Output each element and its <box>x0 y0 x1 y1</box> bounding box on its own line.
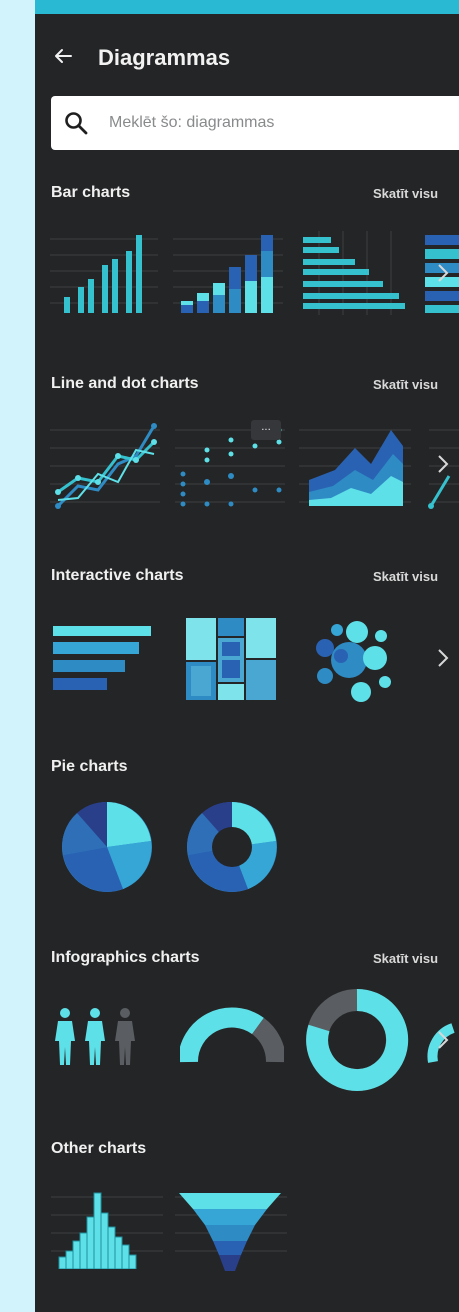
next-arrow-button[interactable] <box>429 231 459 315</box>
bubble-chart-thumbnail[interactable] <box>311 618 401 708</box>
gauge-chart-thumbnail[interactable] <box>180 1006 284 1066</box>
histogram-chart-thumbnail[interactable] <box>51 1187 163 1269</box>
section-title: Bar charts <box>51 184 131 201</box>
section-title: Pie charts <box>51 758 128 775</box>
thumbnail-menu-button[interactable]: ··· <box>261 425 271 436</box>
progress-ring-chart-thumbnail[interactable] <box>305 988 409 1092</box>
funnel-chart-thumbnail[interactable] <box>175 1187 287 1273</box>
line-chart-thumbnail[interactable] <box>50 420 160 512</box>
bar-chart-thumbnail[interactable] <box>50 231 158 315</box>
interactive-bar-chart-thumbnail[interactable] <box>53 622 153 698</box>
see-all-link[interactable]: Skatīt visu <box>373 950 438 968</box>
panel-header: Diagrammas <box>35 36 459 82</box>
treemap-chart-thumbnail[interactable] <box>186 618 278 702</box>
next-arrow-button[interactable] <box>429 998 459 1082</box>
section-title: Interactive charts <box>51 567 184 584</box>
chevron-right-icon <box>438 264 449 282</box>
chevron-right-icon <box>438 1031 449 1049</box>
next-arrow-button[interactable] <box>429 616 459 716</box>
search-input[interactable] <box>109 108 449 138</box>
next-arrow-button[interactable] <box>429 422 459 506</box>
see-all-link[interactable]: Skatīt visu <box>373 568 438 586</box>
pictogram-chart-thumbnail[interactable] <box>55 1006 153 1066</box>
chevron-right-icon <box>438 455 449 473</box>
horizontal-bar-chart-thumbnail[interactable] <box>299 231 411 315</box>
pie-chart-thumbnail[interactable] <box>61 801 153 893</box>
charts-panel: Diagrammas Bar charts Skatīt visu <box>35 0 459 1312</box>
stacked-bar-chart-thumbnail[interactable] <box>173 231 283 315</box>
panel-top-accent <box>35 0 459 14</box>
see-all-link[interactable]: Skatīt visu <box>373 185 438 203</box>
search-icon <box>65 112 88 135</box>
section-title: Other charts <box>51 1140 147 1157</box>
section-title: Infographics charts <box>51 949 200 966</box>
back-arrow-icon[interactable] <box>51 44 75 68</box>
dot-plot-thumbnail[interactable]: ··· <box>175 420 285 512</box>
page-title: Diagrammas <box>98 45 231 70</box>
area-chart-thumbnail[interactable] <box>299 420 411 512</box>
search-box[interactable] <box>51 96 459 150</box>
see-all-link[interactable]: Skatīt visu <box>373 376 438 394</box>
section-title: Line and dot charts <box>51 375 199 392</box>
chevron-right-icon <box>438 649 449 667</box>
donut-chart-thumbnail[interactable] <box>186 801 278 893</box>
